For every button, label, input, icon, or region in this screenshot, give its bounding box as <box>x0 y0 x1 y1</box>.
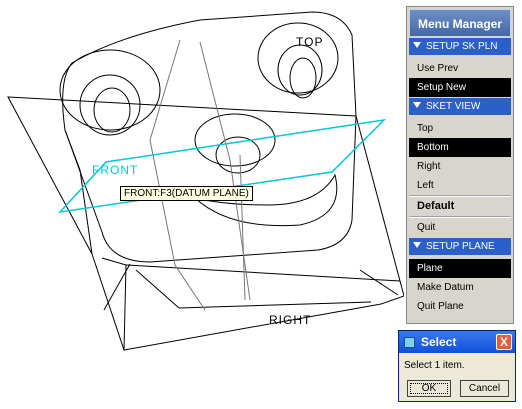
cancel-button[interactable]: Cancel <box>460 380 509 397</box>
section-sket-view[interactable]: SKET VIEW <box>409 98 511 115</box>
section-header-label: SETUP PLANE <box>426 241 495 252</box>
dialog-title: Select <box>421 335 457 349</box>
graphics-viewport[interactable]: TOP RIGHT FRONT FRONT:F3(DATUM PLANE) <box>0 0 404 409</box>
datum-label-front[interactable]: FRONT <box>92 163 138 177</box>
datum-plane-vertical-2 <box>199 41 251 301</box>
select-dialog: Select X Select 1 item. OK Cancel <box>398 330 516 402</box>
base-plate-chamfer-right <box>359 269 399 296</box>
center-hole-outer <box>194 113 276 167</box>
base-plate-chamfer-left-2 <box>135 269 180 309</box>
section-header-label: SETUP SK PLN <box>426 41 498 52</box>
menu-item-right[interactable]: Right <box>409 157 511 176</box>
boss-left-outer <box>59 49 161 131</box>
close-icon[interactable]: X <box>496 334 512 350</box>
base-plate-chamfer-bottom <box>178 301 372 309</box>
menu-item-bottom[interactable]: Bottom <box>409 138 511 157</box>
base-plate-chamfer-left <box>103 263 131 311</box>
menu-item-quit[interactable]: Quit <box>409 218 511 237</box>
menu-item-plane[interactable]: Plane <box>409 259 511 278</box>
datum-label-right: RIGHT <box>269 313 312 327</box>
boss-right-outer <box>257 22 339 94</box>
menu-item-default[interactable]: Default <box>409 197 511 216</box>
dialog-app-icon <box>404 337 415 348</box>
section-header-label: SKET VIEW <box>426 101 481 112</box>
menu-item-left[interactable]: Left <box>409 176 511 195</box>
datum-tooltip: FRONT:F3(DATUM PLANE) <box>120 186 253 201</box>
menu-item-quit-plane[interactable]: Quit Plane <box>409 297 511 316</box>
collapse-arrow-icon <box>413 102 421 109</box>
collapse-arrow-icon <box>413 42 421 49</box>
datum-plane-vertical-3 <box>239 154 246 301</box>
boss-left-hole <box>93 87 131 133</box>
dialog-message: Select 1 item. <box>404 360 465 371</box>
section-setup-plane[interactable]: SETUP PLANE <box>409 238 511 255</box>
boss-right-hole <box>289 57 317 99</box>
ok-button[interactable]: OK <box>407 380 451 397</box>
dialog-title-bar[interactable]: Select X <box>399 331 515 353</box>
part-model-wireframe[interactable] <box>0 0 404 409</box>
base-plate-bevel <box>101 257 127 351</box>
menu-item-make-datum[interactable]: Make Datum <box>409 278 511 297</box>
boss-left-inner <box>79 74 141 136</box>
menu-manager-title: Menu Manager <box>409 9 511 37</box>
base-plate-outline <box>7 96 404 351</box>
datum-label-top: TOP <box>296 35 324 49</box>
menu-manager: Menu Manager SETUP SK PLN Use Prev Setup… <box>406 6 514 324</box>
menu-item-setup-new[interactable]: Setup New <box>409 78 511 97</box>
collapse-arrow-icon <box>413 242 421 249</box>
base-plate-bevel-2 <box>125 264 401 282</box>
section-setup-sk-pln[interactable]: SETUP SK PLN <box>409 38 511 55</box>
menu-item-top[interactable]: Top <box>409 119 511 138</box>
menu-item-use-prev[interactable]: Use Prev <box>409 59 511 78</box>
